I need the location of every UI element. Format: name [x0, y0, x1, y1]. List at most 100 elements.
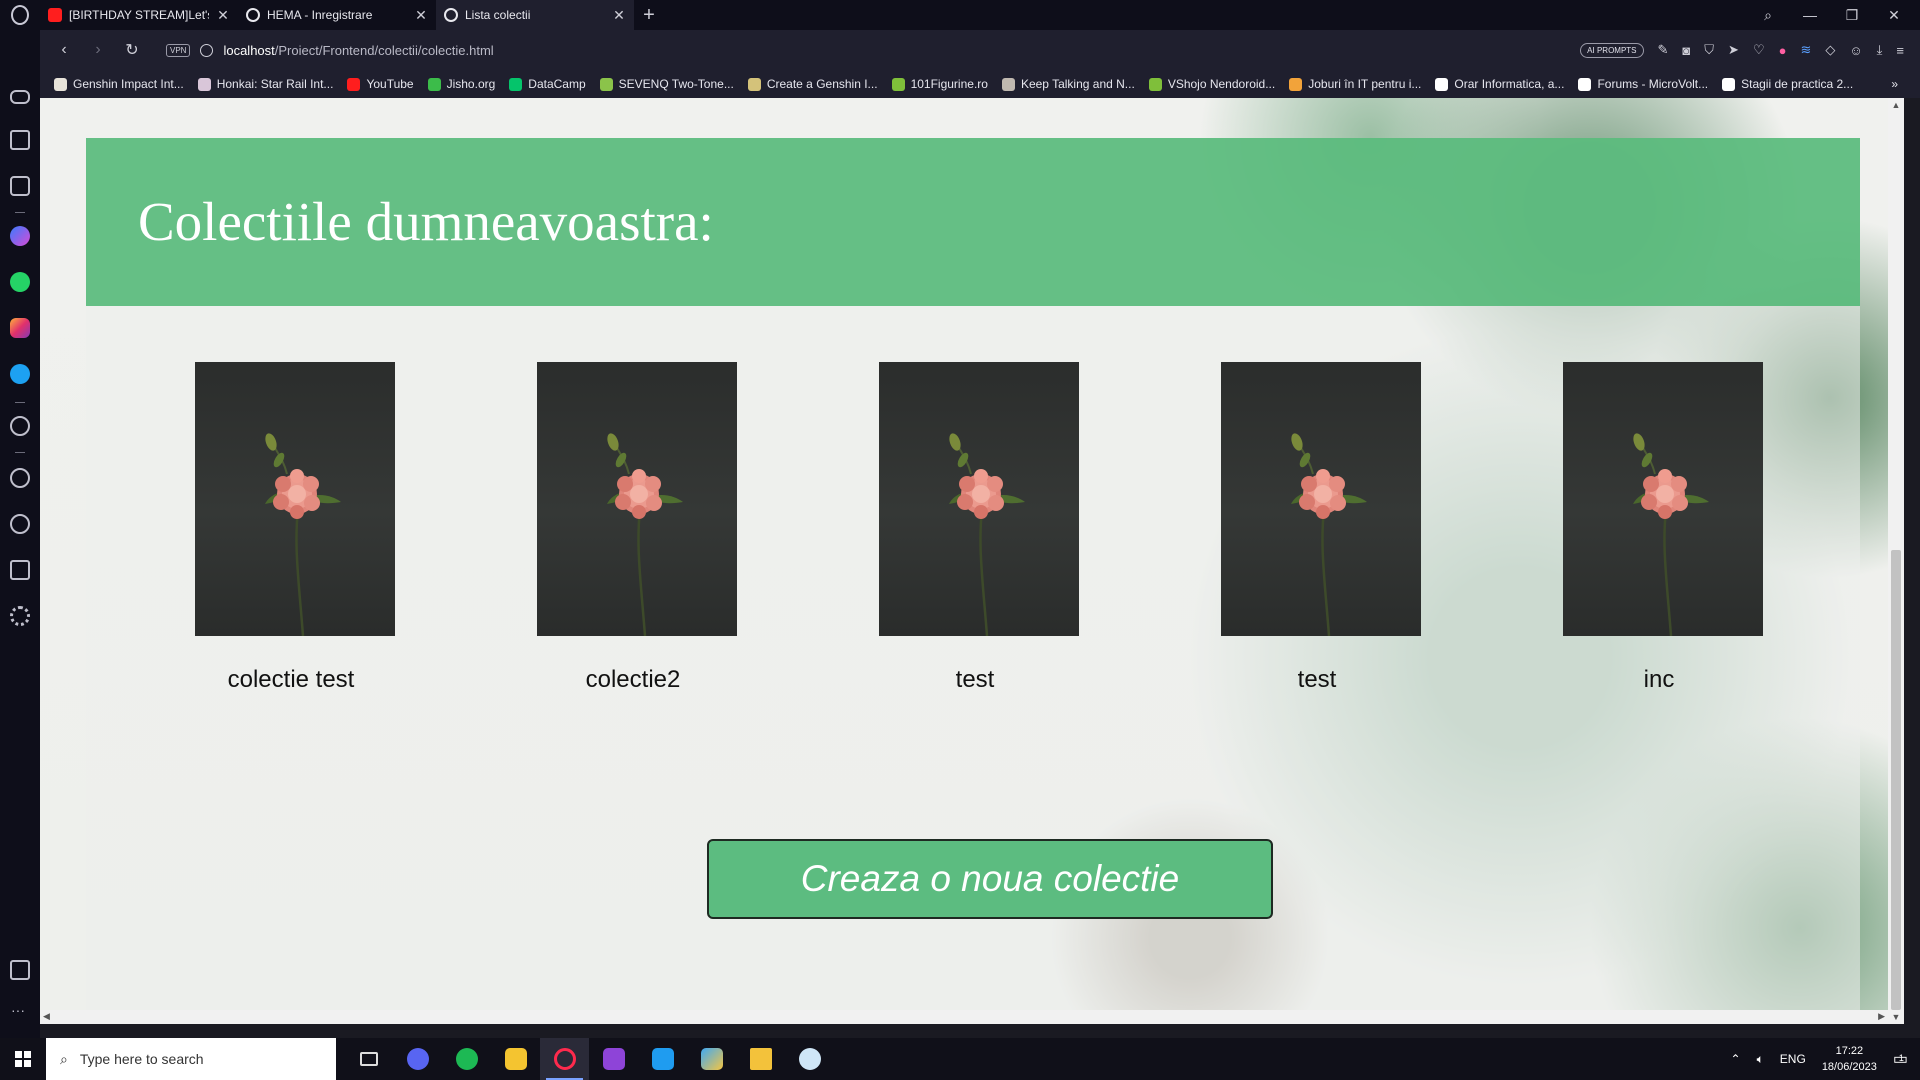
- task-view-icon[interactable]: [344, 1038, 393, 1080]
- collection-name[interactable]: test: [1197, 666, 1437, 694]
- search-tabs-icon[interactable]: ⌕: [1760, 7, 1776, 24]
- visual-studio-icon[interactable]: [589, 1038, 638, 1080]
- cube-icon[interactable]: [10, 560, 30, 580]
- language-indicator[interactable]: ENG: [1780, 1052, 1806, 1066]
- file-explorer-icon[interactable]: [736, 1038, 785, 1080]
- heart-icon[interactable]: [10, 468, 30, 488]
- create-collection-button[interactable]: Creaza o noua colectie: [707, 839, 1273, 919]
- url-field[interactable]: VPN localhost/Proiect/Frontend/colectii/…: [166, 35, 1574, 65]
- collection-card[interactable]: inc: [1563, 362, 1763, 693]
- collection-card[interactable]: test: [1221, 362, 1421, 693]
- send-icon[interactable]: ➤: [1728, 42, 1739, 58]
- scroll-left-icon[interactable]: ◀: [43, 1011, 50, 1022]
- cube-icon[interactable]: ◇: [1825, 42, 1835, 58]
- restore-icon[interactable]: ❐: [1844, 7, 1860, 24]
- collection-thumbnail[interactable]: [1563, 362, 1763, 636]
- whatsapp-icon[interactable]: [10, 272, 30, 292]
- collection-thumbnail[interactable]: [879, 362, 1079, 636]
- volume-icon[interactable]: 🔈︎: [1757, 1052, 1764, 1067]
- close-tab-icon[interactable]: ✕: [414, 7, 428, 24]
- windows-start-button[interactable]: [0, 1038, 46, 1080]
- instagram-icon[interactable]: [10, 318, 30, 338]
- collection-name[interactable]: inc: [1539, 666, 1779, 694]
- bookmark-item[interactable]: Genshin Impact Int...: [54, 77, 184, 91]
- discord-icon[interactable]: [393, 1038, 442, 1080]
- taskbar-search-box[interactable]: ⌕ Type here to search: [46, 1038, 336, 1080]
- vertical-scrollbar[interactable]: ▲ ▼: [1888, 98, 1904, 1024]
- ai-prompts-button[interactable]: AI PROMPTS: [1580, 42, 1644, 58]
- close-window-icon[interactable]: ✕: [1886, 7, 1902, 24]
- clock[interactable]: 17:22 18/06/2023: [1822, 1043, 1877, 1075]
- tab-birthday-stream[interactable]: [BIRTHDAY STREAM]Let's ✕: [40, 0, 238, 30]
- bookmark-item[interactable]: VShojo Nendoroid...: [1148, 77, 1275, 91]
- player-icon[interactable]: [10, 416, 30, 436]
- bookmark-item[interactable]: 101Figurine.ro: [891, 77, 988, 91]
- opera-logo-icon[interactable]: [0, 0, 40, 30]
- bookmark-item[interactable]: Jisho.org: [427, 77, 495, 91]
- bookmark-item[interactable]: SEVENQ Two-Tone...: [599, 77, 734, 91]
- bookmark-item[interactable]: YouTube: [347, 77, 414, 91]
- bookmarks-overflow-icon[interactable]: »: [1891, 77, 1920, 91]
- heart-icon[interactable]: ♡: [1753, 42, 1765, 58]
- edit-icon[interactable]: ✎: [1658, 42, 1669, 58]
- history-icon[interactable]: [10, 514, 30, 534]
- more-icon[interactable]: ···: [11, 1002, 25, 1018]
- paint-icon[interactable]: [785, 1038, 834, 1080]
- twitch-icon[interactable]: [10, 130, 30, 150]
- collection-thumbnail[interactable]: [537, 362, 737, 636]
- app-icon-yellow[interactable]: [491, 1038, 540, 1080]
- scroll-down-icon[interactable]: ▼: [1888, 1012, 1904, 1022]
- collection-thumbnail[interactable]: [1221, 362, 1421, 636]
- bookmark-item[interactable]: Orar Informatica, a...: [1435, 77, 1564, 91]
- horizontal-scrollbar[interactable]: ◀ ▶: [40, 1010, 1888, 1024]
- bookmark-item[interactable]: Joburi în IT pentru i...: [1289, 77, 1421, 91]
- download-icon[interactable]: ⤓: [1877, 42, 1883, 58]
- collection-name[interactable]: colectie2: [513, 666, 753, 694]
- bookmark-item[interactable]: Keep Talking and N...: [1001, 77, 1135, 91]
- messenger-icon[interactable]: [10, 226, 30, 246]
- bookmark-item[interactable]: Honkai: Star Rail Int...: [197, 77, 333, 91]
- gallery-icon[interactable]: [10, 960, 30, 980]
- collection-thumbnail[interactable]: [195, 362, 395, 636]
- extension-icon[interactable]: ●: [1779, 43, 1787, 58]
- collection-card[interactable]: colectie test: [195, 362, 395, 693]
- close-tab-icon[interactable]: ✕: [612, 7, 626, 24]
- bookmark-item[interactable]: Forums - MicroVolt...: [1578, 77, 1708, 91]
- tab-hema-inregistrare[interactable]: HEMA - Inregistrare ✕: [238, 0, 436, 30]
- opera-gx-icon[interactable]: [540, 1038, 589, 1080]
- site-info-icon[interactable]: [200, 43, 214, 57]
- collection-card[interactable]: test: [879, 362, 1079, 693]
- notification-icon[interactable]: ▭ 1: [1893, 1049, 1908, 1069]
- menu-icon[interactable]: ≡: [1896, 43, 1904, 58]
- account-icon[interactable]: ☺: [1849, 43, 1862, 58]
- bookmark-item[interactable]: Create a Genshin I...: [747, 77, 878, 91]
- shield-icon[interactable]: ⛉: [1704, 42, 1714, 58]
- workspace-icon[interactable]: [10, 176, 30, 196]
- spotify-icon[interactable]: [442, 1038, 491, 1080]
- settings-icon[interactable]: [10, 606, 30, 626]
- twitter-icon[interactable]: [10, 364, 30, 384]
- minimize-icon[interactable]: —: [1802, 7, 1818, 23]
- forward-icon[interactable]: ›: [84, 36, 112, 64]
- url-text[interactable]: localhost/Proiect/Frontend/colectii/cole…: [223, 43, 493, 58]
- reload-icon[interactable]: ↻: [118, 36, 146, 64]
- gamepad-icon[interactable]: [10, 90, 30, 104]
- bookmark-item[interactable]: DataCamp: [509, 77, 586, 91]
- tray-chevron-icon[interactable]: ⌃: [1731, 1052, 1741, 1066]
- bookmark-item[interactable]: Stagii de practica 2...: [1722, 77, 1853, 91]
- camera-icon[interactable]: ◙: [1682, 43, 1690, 58]
- scroll-up-icon[interactable]: ▲: [1888, 100, 1904, 110]
- vscode-icon[interactable]: [638, 1038, 687, 1080]
- close-tab-icon[interactable]: ✕: [216, 7, 230, 24]
- collection-name[interactable]: colectie test: [171, 666, 411, 694]
- collection-card[interactable]: colectie2: [537, 362, 737, 693]
- tab-lista-colectii[interactable]: Lista colectii ✕: [436, 0, 634, 30]
- vpn-badge[interactable]: VPN: [166, 43, 191, 57]
- app-icon-cube[interactable]: [687, 1038, 736, 1080]
- scroll-right-icon[interactable]: ▶: [1878, 1011, 1885, 1022]
- new-tab-button[interactable]: +: [634, 0, 664, 30]
- collection-name[interactable]: test: [855, 666, 1095, 694]
- audio-icon[interactable]: ≋: [1800, 42, 1811, 58]
- back-icon[interactable]: ‹: [50, 36, 78, 64]
- scrollbar-thumb[interactable]: [1891, 550, 1901, 1010]
